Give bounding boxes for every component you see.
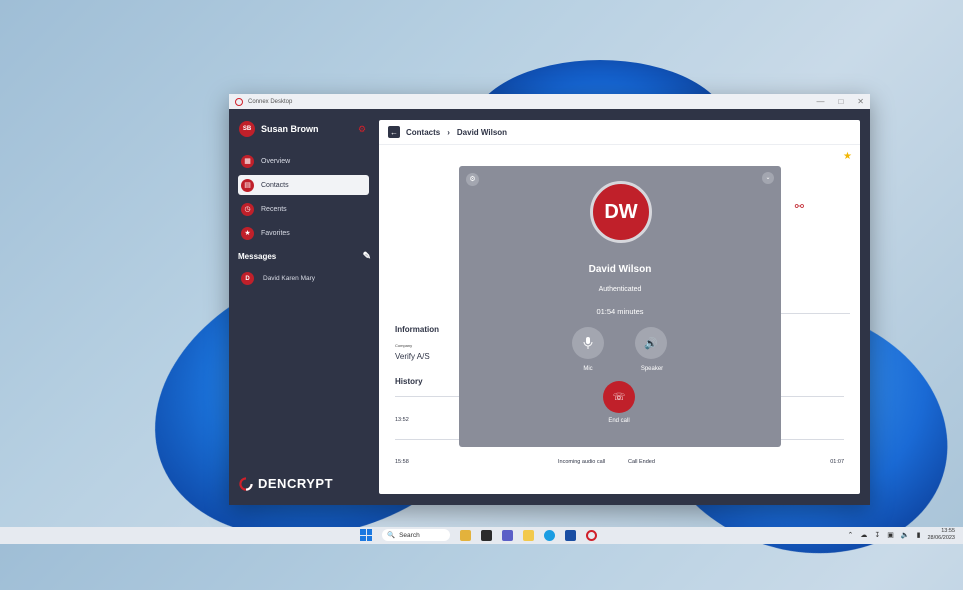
file-explorer-icon[interactable] xyxy=(523,529,534,541)
settings-gear-icon[interactable]: ⚙ xyxy=(357,124,367,134)
speaker-label: Speaker xyxy=(640,366,664,372)
message-thread[interactable]: D David Karen Mary xyxy=(241,272,377,285)
hangup-phone-icon: ☏ xyxy=(612,391,626,403)
back-arrow-icon[interactable]: ← xyxy=(388,126,400,138)
history-time: 13:52 xyxy=(395,417,409,423)
active-call-overlay: ⚙ ⌄ DW David Wilson Authenticated 01:54 … xyxy=(459,166,781,447)
window-title: Connex Desktop xyxy=(248,98,293,105)
caller-name: David Wilson xyxy=(588,264,652,275)
sidebar-item-label: Overview xyxy=(261,157,291,165)
volume-icon[interactable]: 🔈 xyxy=(901,531,910,539)
app-logo-icon xyxy=(235,97,243,106)
user-name: Susan Brown xyxy=(261,124,319,134)
call-auth-status: Authenticated xyxy=(598,286,642,293)
sidebar: SB Susan Brown ⚙ ▦ Overview ▤ Contacts ◷… xyxy=(229,109,377,505)
clock[interactable]: 13:55 28/06/2023 xyxy=(927,528,955,542)
messages-header: Messages ✎ xyxy=(229,251,377,262)
taskbar-search[interactable]: 🔍 Search xyxy=(382,529,450,541)
company-value: Verify A/S xyxy=(395,352,430,361)
company-label: Company xyxy=(395,343,413,348)
network-icon[interactable]: ▣ xyxy=(887,531,894,539)
sidebar-item-label: Contacts xyxy=(261,181,289,189)
mic-button[interactable] xyxy=(572,327,604,359)
sidebar-item-label: Recents xyxy=(261,205,287,213)
call-settings-gear-icon[interactable]: ⚙ xyxy=(466,173,479,186)
taskbar: 🔍 Search ⌃ ☁ ↧ ▣ 🔈 ▮ 13:55 28/06/2023 xyxy=(0,527,963,544)
battery-icon[interactable]: ▮ xyxy=(917,531,921,539)
breadcrumb: ← Contacts › David Wilson xyxy=(379,120,860,145)
dencrypt-logo-icon xyxy=(239,476,253,491)
favorite-star-icon[interactable]: ★ xyxy=(843,151,852,162)
information-heading: Information xyxy=(395,325,439,334)
windows-start-icon[interactable] xyxy=(360,529,372,541)
sidebar-item-overview[interactable]: ▦ Overview xyxy=(238,151,369,171)
taskbar-app-icon[interactable] xyxy=(502,529,513,541)
compose-icon[interactable]: ✎ xyxy=(363,251,371,262)
maximize-button[interactable]: □ xyxy=(838,97,843,106)
chevron-right-icon: › xyxy=(447,127,450,137)
user-avatar: SB xyxy=(239,121,255,137)
brand-logo: DENCRYPT xyxy=(239,476,333,491)
cloud-icon[interactable]: ☁ xyxy=(860,531,867,539)
star-icon: ★ xyxy=(241,226,254,240)
brand-name: DENCRYPT xyxy=(258,476,334,491)
thread-label: David Karen Mary xyxy=(263,275,316,282)
history-time: 15:58 xyxy=(395,459,409,465)
mic-label: Mic xyxy=(583,366,593,372)
history-heading: History xyxy=(395,377,423,386)
search-placeholder: Search xyxy=(399,531,420,539)
edge-browser-icon[interactable] xyxy=(544,529,555,541)
sidebar-nav: ▦ Overview ▤ Contacts ◷ Recents ★ Favori… xyxy=(229,151,377,243)
end-call-button[interactable]: ☏ xyxy=(603,381,635,413)
breadcrumb-current: David Wilson xyxy=(456,127,508,137)
store-icon[interactable] xyxy=(565,529,576,541)
usb-icon[interactable]: ↧ xyxy=(874,531,880,539)
clock-time: 13:55 xyxy=(941,528,955,534)
history-duration: 01:07 xyxy=(830,459,844,465)
clock-date: 28/06/2023 xyxy=(927,535,955,541)
sidebar-item-favorites[interactable]: ★ Favorites xyxy=(238,223,369,243)
chevron-up-icon[interactable]: ⌃ xyxy=(848,531,854,539)
end-call-label: End call xyxy=(608,418,630,424)
thread-avatar: D xyxy=(241,272,254,285)
sidebar-item-contacts[interactable]: ▤ Contacts xyxy=(238,175,369,195)
messages-heading: Messages xyxy=(238,252,277,261)
add-user-icon[interactable]: ⚯ xyxy=(795,200,804,213)
title-bar: Connex Desktop — □ ✕ xyxy=(229,94,870,109)
history-status: Call Ended xyxy=(628,459,655,465)
microphone-icon xyxy=(583,337,593,349)
history-type: Incoming audio call xyxy=(558,459,606,465)
taskbar-app-icon[interactable] xyxy=(460,529,471,541)
grid-icon: ▦ xyxy=(241,154,254,168)
minimize-button[interactable]: — xyxy=(816,97,824,106)
speaker-icon: 🔊 xyxy=(644,337,658,350)
caller-avatar: DW xyxy=(590,181,652,243)
contacts-icon: ▤ xyxy=(241,178,254,192)
sidebar-item-label: Favorites xyxy=(261,229,290,237)
call-duration: 01:54 minutes xyxy=(596,307,644,316)
taskbar-app-icon[interactable] xyxy=(481,529,492,541)
connex-app-icon[interactable] xyxy=(586,529,597,541)
close-button[interactable]: ✕ xyxy=(857,97,864,106)
speaker-button[interactable]: 🔊 xyxy=(635,327,667,359)
sidebar-item-recents[interactable]: ◷ Recents xyxy=(238,199,369,219)
collapse-chevron-down-icon[interactable]: ⌄ xyxy=(762,172,774,184)
search-icon: 🔍 xyxy=(387,532,396,539)
breadcrumb-contacts[interactable]: Contacts xyxy=(406,128,440,137)
clock-icon: ◷ xyxy=(241,202,254,216)
user-profile[interactable]: SB Susan Brown ⚙ xyxy=(229,109,377,137)
